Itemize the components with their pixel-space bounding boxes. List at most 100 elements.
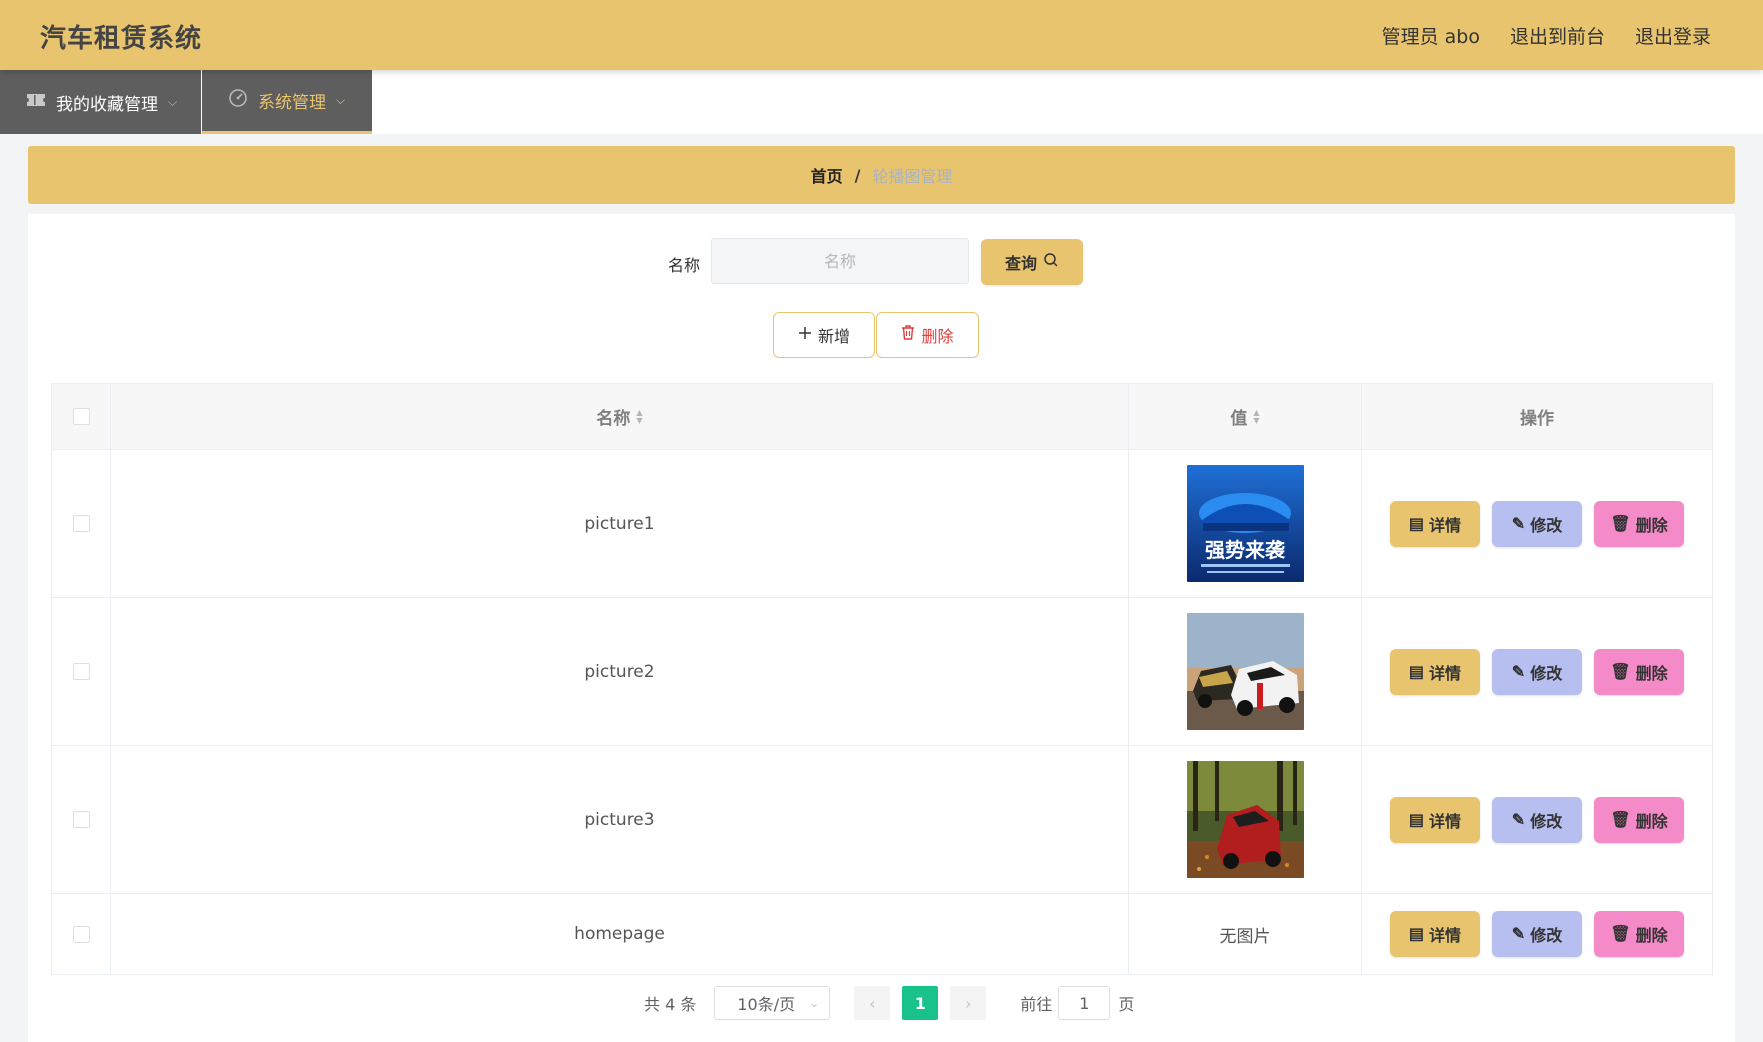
value-cell: [1129, 746, 1362, 893]
row-select-cell: [52, 894, 111, 974]
row-checkbox[interactable]: [72, 925, 90, 943]
carousel-image-thumbnail[interactable]: 强势来袭: [1186, 465, 1304, 582]
edit-label: 修改: [1530, 517, 1563, 535]
detail-button[interactable]: ▤ 详情: [1390, 648, 1480, 695]
app-title: 汽车租赁系统: [40, 24, 203, 54]
goto-label: 前往: [1020, 995, 1053, 1014]
search-input[interactable]: [711, 238, 969, 284]
trash-icon: 🗑: [1610, 515, 1631, 533]
pencil-icon: ✎: [1511, 663, 1526, 681]
delete-label: 删除: [1635, 665, 1668, 683]
admin-user-label[interactable]: 管理员 abo: [1382, 22, 1480, 49]
table-row: picture2 ▤ 详情 ✎ 修改 🗑 删除: [52, 598, 1712, 746]
edit-label: 修改: [1530, 665, 1563, 683]
chevron-left-icon: ‹: [869, 993, 876, 1013]
dashboard-icon: [228, 88, 248, 113]
select-all-checkbox[interactable]: [72, 408, 90, 425]
header-select-cell: [52, 384, 111, 449]
actions-cell: ▤ 详情 ✎ 修改 🗑 删除: [1362, 450, 1712, 597]
delete-button[interactable]: 🗑 删除: [1594, 648, 1684, 695]
goto-page-input[interactable]: [1058, 986, 1111, 1020]
detail-button[interactable]: ▤ 详情: [1390, 500, 1480, 547]
carousel-image-thumbnail[interactable]: [1186, 613, 1304, 730]
page-number-1[interactable]: 1: [902, 986, 939, 1020]
detail-label: 详情: [1429, 517, 1462, 535]
sort-icon[interactable]: ▲ ▼: [636, 408, 642, 425]
query-button-label: 查询: [1004, 256, 1037, 273]
delete-label: 删除: [1635, 928, 1668, 945]
detail-label: 详情: [1429, 928, 1462, 945]
actions-cell: ▤ 详情 ✎ 修改 🗑 删除: [1362, 894, 1712, 974]
actions-cell: ▤ 详情 ✎ 修改 🗑 删除: [1362, 598, 1712, 745]
edit-label: 修改: [1530, 928, 1563, 945]
trash-icon: [901, 325, 915, 345]
pagination-total: 共 4 条: [644, 995, 697, 1014]
row-checkbox[interactable]: [72, 811, 90, 828]
back-to-front-link[interactable]: 退出到前台: [1510, 22, 1605, 49]
edit-button[interactable]: ✎ 修改: [1492, 648, 1582, 695]
detail-label: 详情: [1429, 665, 1462, 683]
row-checkbox[interactable]: [72, 663, 90, 680]
detail-button[interactable]: ▤ 详情: [1390, 796, 1480, 843]
detail-label: 详情: [1429, 813, 1462, 831]
top-header: 汽车租赁系统 管理员 abo 退出到前台 退出登录: [0, 0, 1763, 70]
carousel-image-thumbnail[interactable]: [1186, 761, 1304, 878]
search-icon: [1043, 252, 1059, 273]
add-button[interactable]: 新增: [773, 312, 875, 358]
edit-button[interactable]: ✎ 修改: [1492, 500, 1582, 547]
nav-item-favorites[interactable]: 我的收藏管理 ⌵: [0, 70, 201, 134]
document-icon: ▤: [1408, 515, 1425, 533]
pagination: 共 4 条 10条/页 ⌄ ‹ 1 › 前往 页: [644, 986, 1134, 1020]
column-header-label: 名称: [596, 409, 631, 429]
add-button-label: 新增: [817, 329, 850, 346]
value-cell: 强势来袭: [1129, 450, 1362, 597]
batch-delete-button[interactable]: 删除: [876, 312, 979, 358]
edit-button[interactable]: ✎ 修改: [1492, 911, 1582, 957]
edit-button[interactable]: ✎ 修改: [1492, 796, 1582, 843]
breadcrumb-separator: /: [854, 165, 861, 185]
plus-icon: [798, 326, 812, 345]
name-cell: picture1: [111, 450, 1129, 597]
table-header: 名称 ▲ ▼ 值 ▲ ▼ 操作: [52, 384, 1712, 450]
name-cell: homepage: [111, 894, 1129, 974]
row-select-cell: [52, 746, 111, 893]
edit-label: 修改: [1530, 813, 1563, 831]
chevron-right-icon: ›: [965, 993, 972, 1013]
actions-cell: ▤ 详情 ✎ 修改 🗑 删除: [1362, 746, 1712, 893]
top-nav: 我的收藏管理 ⌵ 系统管理 ⌵: [0, 70, 1763, 134]
delete-button[interactable]: 🗑 删除: [1594, 911, 1684, 957]
breadcrumb-home[interactable]: 首页: [811, 163, 843, 187]
ticket-icon: [26, 92, 46, 112]
row-checkbox[interactable]: [72, 515, 90, 532]
pencil-icon: ✎: [1511, 811, 1526, 829]
column-header-actions: 操作: [1362, 384, 1712, 449]
chevron-down-icon: ⌵: [168, 94, 178, 109]
nav-item-label: 系统管理: [258, 93, 326, 113]
column-header-value[interactable]: 值 ▲ ▼: [1129, 384, 1362, 449]
delete-button[interactable]: 🗑 删除: [1594, 500, 1684, 547]
header-actions: 管理员 abo 退出到前台 退出登录: [1382, 22, 1711, 49]
document-icon: ▤: [1408, 926, 1425, 943]
name-cell: picture3: [111, 746, 1129, 893]
value-cell: 无图片: [1129, 894, 1362, 974]
detail-button[interactable]: ▤ 详情: [1390, 911, 1480, 957]
next-page-button[interactable]: ›: [950, 986, 987, 1020]
logout-link[interactable]: 退出登录: [1635, 22, 1711, 49]
document-icon: ▤: [1408, 811, 1425, 829]
row-select-cell: [52, 598, 111, 745]
delete-button[interactable]: 🗑 删除: [1594, 796, 1684, 843]
nav-item-system[interactable]: 系统管理 ⌵: [202, 70, 372, 134]
query-button[interactable]: 查询: [981, 239, 1083, 285]
table-row: picture1 强势来袭 ▤ 详情 ✎ 修改 🗑 删除: [52, 450, 1712, 598]
breadcrumb: 首页 / 轮播图管理: [28, 146, 1735, 204]
column-header-label: 操作: [1520, 409, 1554, 429]
page-size-select[interactable]: 10条/页 ⌄: [714, 986, 831, 1020]
sort-icon[interactable]: ▲ ▼: [1253, 408, 1259, 425]
column-header-label: 值: [1230, 409, 1248, 429]
delete-label: 删除: [1635, 517, 1668, 535]
table-row: homepage 无图片 ▤ 详情 ✎ 修改 🗑 删除: [52, 894, 1712, 974]
column-header-name[interactable]: 名称 ▲ ▼: [111, 384, 1129, 449]
name-cell: picture2: [111, 598, 1129, 745]
row-select-cell: [52, 450, 111, 597]
prev-page-button[interactable]: ‹: [854, 986, 891, 1020]
